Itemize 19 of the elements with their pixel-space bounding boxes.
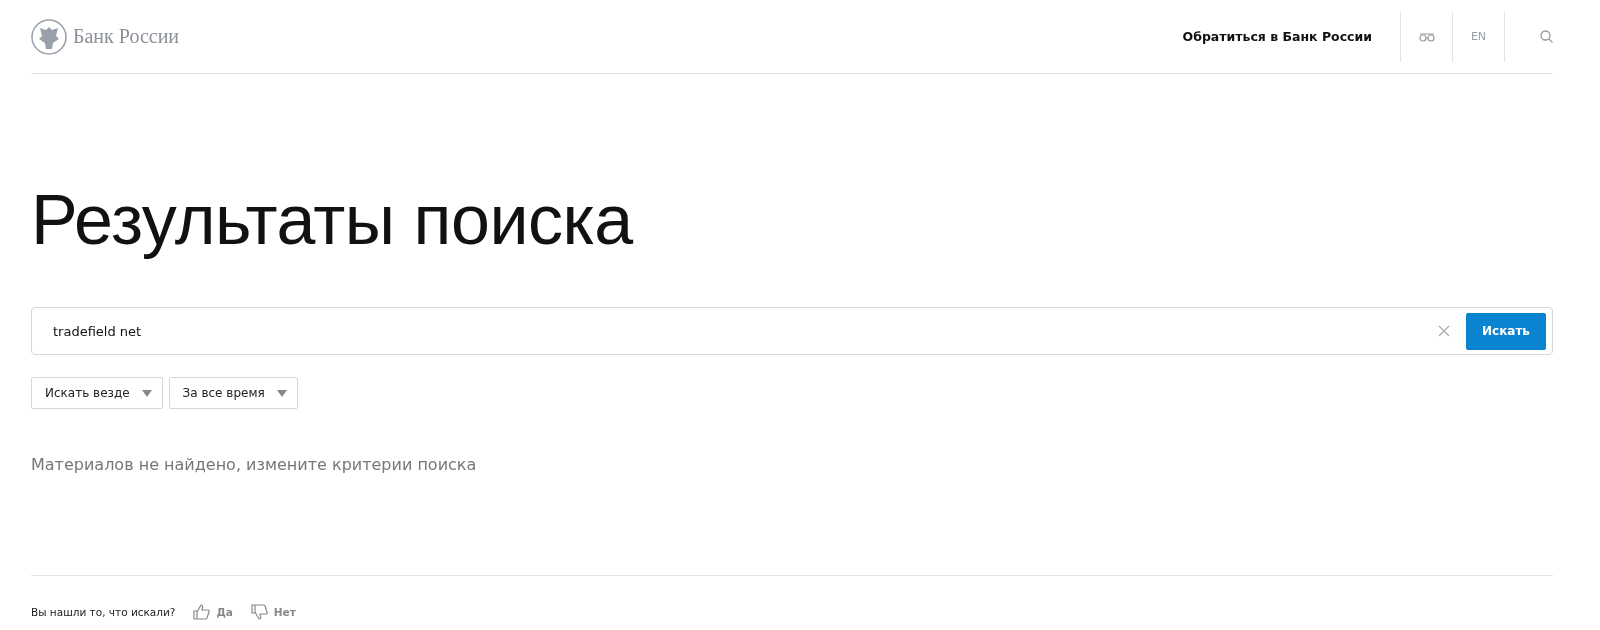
- logo-text[interactable]: Банк России: [73, 25, 180, 48]
- caret-icon: [276, 389, 287, 397]
- glasses-icon[interactable]: [1418, 31, 1435, 42]
- thumbs-down-icon: [250, 604, 268, 620]
- page-title: Результаты поиска: [31, 180, 635, 261]
- filter-dropdown[interactable]: Искать везде: [31, 377, 163, 409]
- search-field[interactable]: tradefield net Искать: [31, 307, 1553, 355]
- no-results-message: Материалов не найдено, измените критерии поиска: [31, 455, 478, 474]
- no-button[interactable]: Нет: [250, 604, 296, 620]
- contact-link[interactable]: Обратиться в Банк России: [1182, 29, 1372, 44]
- filter-dropdown[interactable]: За все время: [168, 377, 298, 409]
- thumbs-up-icon: [193, 604, 211, 620]
- search-button[interactable]: Искать: [1466, 312, 1546, 350]
- caret-icon: [141, 389, 152, 397]
- english-language-link[interactable]: EN: [1470, 30, 1487, 43]
- yes-button[interactable]: Да: [193, 604, 233, 620]
- search-icon[interactable]: [1540, 30, 1553, 43]
- close-icon[interactable]: [1438, 325, 1450, 337]
- feedback-question: Вы нашли то, что искали?: [31, 606, 176, 618]
